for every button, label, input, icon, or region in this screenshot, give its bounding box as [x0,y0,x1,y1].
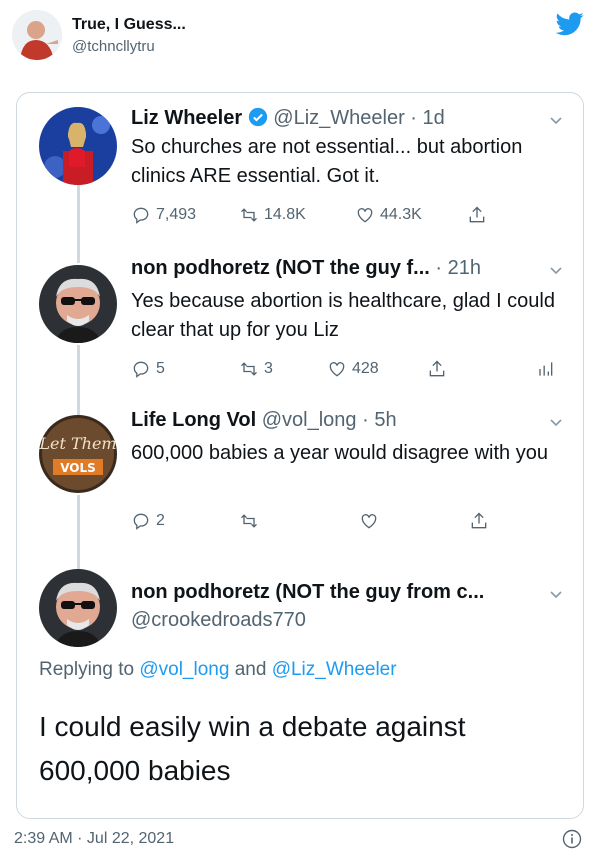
tweet-actions: 5 3 428 [131,359,561,383]
thread-line [77,495,80,573]
chevron-down-icon[interactable] [549,415,563,429]
retweet-icon [241,362,257,376]
avatar[interactable] [39,569,117,647]
like-count: 428 [352,360,379,377]
info-icon[interactable] [562,829,582,849]
author-name[interactable]: Life Long Vol [131,409,256,431]
retweet-count: 14.8K [264,206,306,223]
reply-count: 5 [156,360,165,377]
author-name[interactable]: Liz Wheeler [131,107,242,129]
retweet-button[interactable]: 3 [239,359,273,379]
main-tweet-text: I could easily win a debate against 600,… [39,711,466,786]
outer-author-handle[interactable]: @tchncllytru [72,38,155,55]
thread-line [77,185,80,263]
mention-link[interactable]: @Liz_Wheeler [272,659,397,680]
retweet-button[interactable]: 14.8K [239,205,306,225]
outer-tweet-date[interactable]: 2:39 AM · Jul 22, 2021 [14,830,174,848]
like-icon [361,514,377,529]
retweet-icon [241,208,257,222]
like-icon [357,208,373,223]
like-button[interactable]: 44.3K [355,205,422,225]
verified-badge-icon [248,107,267,127]
tweet-time[interactable]: · 21h [435,257,481,279]
author-handle[interactable]: @vol_long [262,409,357,431]
replying-to-conjunction: and [234,659,267,680]
author-handle[interactable]: @Liz_Wheeler [273,107,404,129]
thread-line [77,345,80,415]
reply-count: 2 [156,512,165,529]
like-button[interactable]: 428 [327,359,379,379]
chevron-down-icon[interactable] [549,587,563,601]
twitter-bird-icon[interactable] [556,12,584,36]
reply-button[interactable]: 7,493 [131,205,196,225]
reply-button[interactable]: 2 [131,511,165,531]
reply-icon [133,361,149,378]
replying-to: Replying to @vol_long and @Liz_Wheeler [39,659,397,681]
avatar[interactable] [39,265,117,343]
avatar[interactable]: Let Them VOLS [39,415,117,493]
share-button[interactable] [467,205,487,225]
share-icon [469,206,485,223]
chevron-down-icon[interactable] [549,113,563,127]
author-handle[interactable]: @crookedroads770 [131,609,306,631]
outer-tweet-header: True, I Guess... @tchncllytru [0,0,600,80]
chevron-down-icon[interactable] [549,263,563,277]
reply-button[interactable]: 5 [131,359,165,379]
share-icon [429,360,445,377]
tweet-actions: 7,493 14.8K 44.3K [131,205,561,229]
analytics-button[interactable] [535,359,555,379]
share-button[interactable] [427,359,447,379]
avatar[interactable] [39,107,117,185]
svg-text:Let Them: Let Them [39,434,117,453]
mention-link[interactable]: @vol_long [139,659,229,680]
share-icon [471,512,487,529]
outer-author-name[interactable]: True, I Guess... [72,16,186,34]
tweet-text: So churches are not essential... but abo… [131,136,523,187]
reply-count: 7,493 [156,206,197,223]
like-button[interactable] [359,511,384,531]
author-name[interactable]: non podhoretz (NOT the guy from c... [131,581,484,603]
svg-text:VOLS: VOLS [60,461,96,475]
screenshot-card: Liz Wheeler @Liz_Wheeler · 1d So churche… [16,92,584,819]
like-icon [329,362,345,377]
retweet-count: 3 [264,360,273,377]
tweet-text: Yes because abortion is healthcare, glad… [131,290,555,341]
tweet-time[interactable]: · 5h [362,409,396,431]
tweet-actions: 2 [131,511,561,535]
like-count: 44.3K [380,206,422,223]
retweet-icon [241,514,257,528]
share-button[interactable] [469,511,489,531]
replying-to-label: Replying to [39,659,135,680]
retweet-button[interactable] [239,511,264,531]
analytics-icon [539,362,553,376]
outer-avatar[interactable] [12,10,62,60]
tweet-text: 600,000 babies a year would disagree wit… [131,442,548,464]
reply-icon [133,513,149,530]
reply-icon [133,207,149,224]
author-name[interactable]: non podhoretz (NOT the guy f... [131,257,430,279]
tweet-time[interactable]: · 1d [410,107,444,129]
